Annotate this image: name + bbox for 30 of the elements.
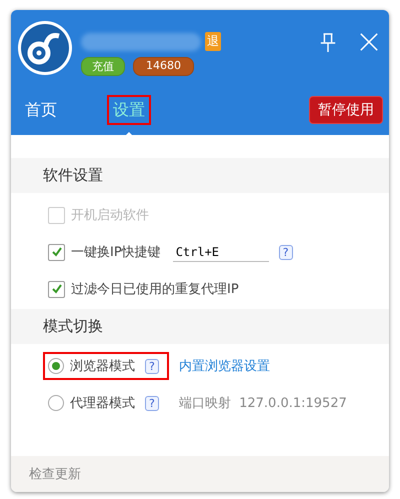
help-icon[interactable]: ? [278,244,293,260]
section-header: 软件设置 [11,158,389,193]
logout-badge[interactable]: 退 [205,32,221,51]
checkbox[interactable] [48,280,65,298]
help-icon[interactable]: ? [145,396,159,410]
logo-icon [17,20,73,76]
help-icon[interactable]: ? [145,358,159,374]
nav-tab[interactable]: 首页 [19,95,63,125]
checkmark-icon [50,246,62,258]
section-header: 模式切换 [11,309,389,344]
port-mapping-text: 端口映射 127.0.0.1:19527 [178,395,347,412]
pause-button[interactable]: 暂停使用 [309,96,383,124]
tab-pointer [124,132,134,137]
radio-button[interactable] [48,358,64,374]
option-label: 过滤今日已使用的重复代理IP [71,281,239,298]
check-update-link[interactable]: 检查更新 [29,465,81,483]
close-icon[interactable] [359,32,379,52]
radio-button[interactable] [48,395,64,411]
nav-tab[interactable]: 设置 [107,95,151,125]
option-label: 开机启动软件 [71,207,149,224]
browser-settings-link[interactable]: 内置浏览器设置 [178,357,270,375]
checkmark-icon [50,283,62,295]
pin-icon[interactable] [319,32,337,54]
hotkey-field[interactable]: Ctrl+E [172,242,269,262]
checkbox[interactable] [48,244,65,260]
option-label: 代理器模式 [70,395,135,412]
balance-badge: 14680 [133,57,194,76]
option-label: 浏览器模式 [70,358,135,375]
recharge-button[interactable]: 充值 [81,57,125,76]
option-label: 一键换IP快捷键 [71,244,161,261]
